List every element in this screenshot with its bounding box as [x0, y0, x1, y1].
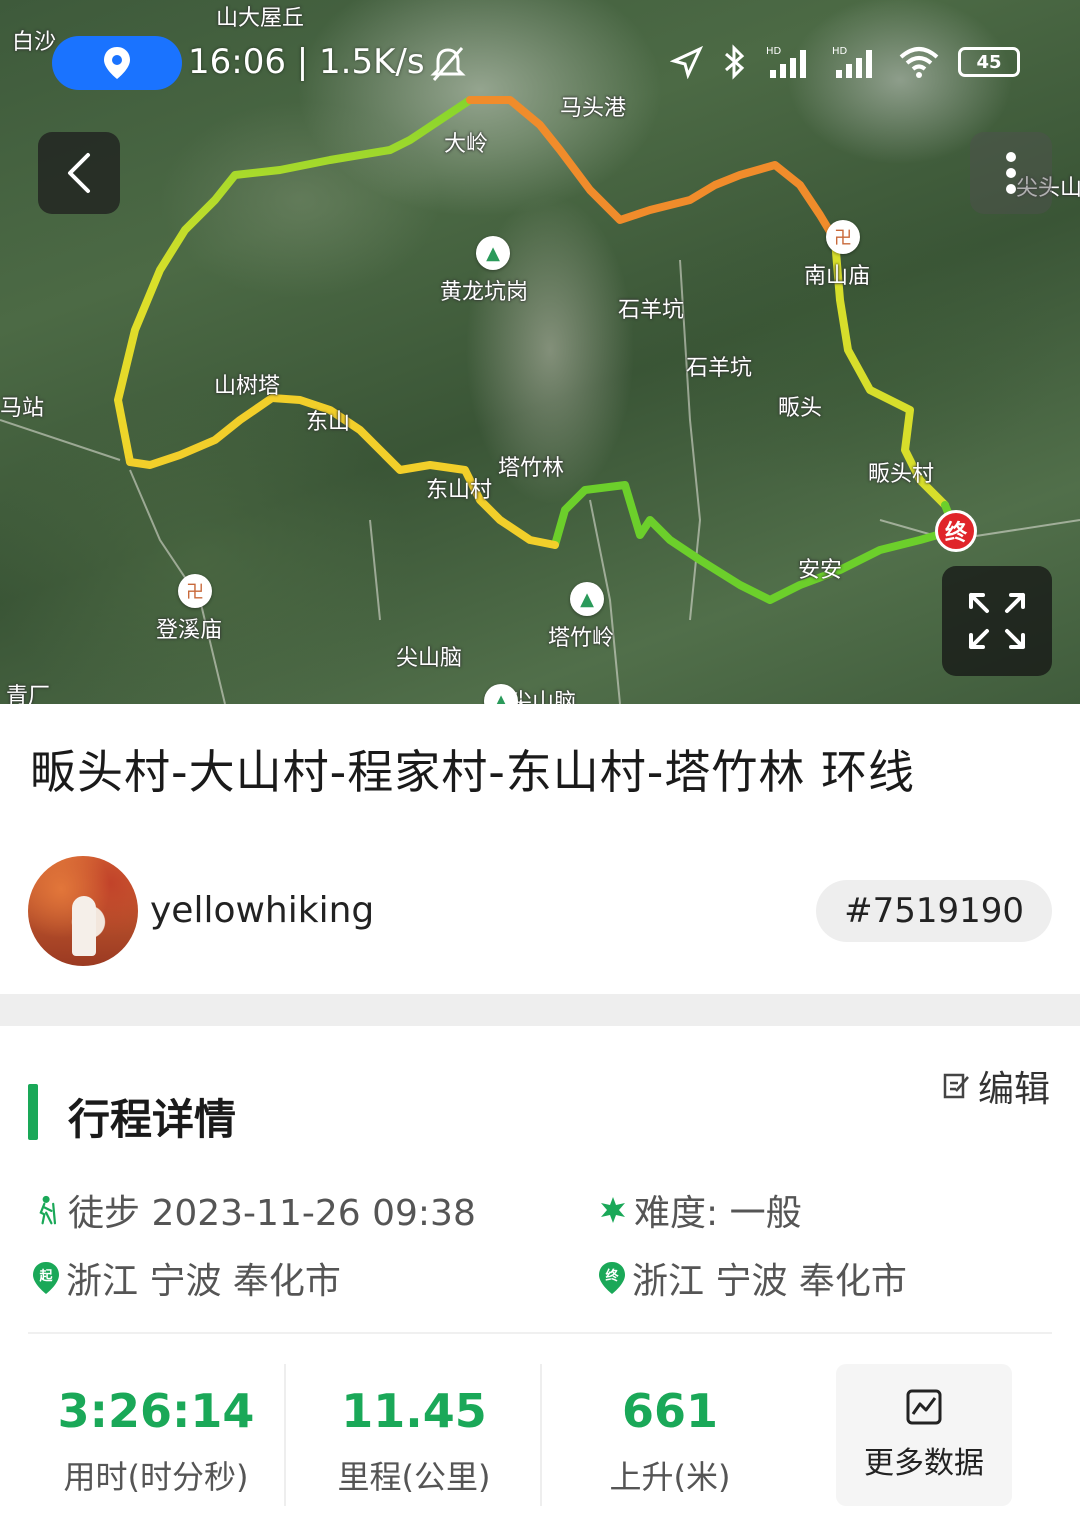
status-icons: HD HD 45 [670, 44, 1020, 80]
battery-icon: 45 [958, 47, 1020, 77]
map-label: 畈头 [778, 396, 823, 421]
route-track [0, 96, 1080, 704]
edit-label: 编辑 [977, 1069, 1050, 1110]
navigation-arrow-icon [670, 45, 704, 79]
map-label: 石羊坑 [686, 356, 753, 381]
stat-distance: 11.45 里程(公里) [286, 1364, 542, 1506]
location-pill[interactable] [52, 36, 182, 90]
map-label: 东山 [306, 410, 351, 435]
stat-value: 11.45 [341, 1384, 487, 1438]
track-id-badge: #7519190 [816, 880, 1052, 942]
map-label: 尖山脑 [510, 690, 577, 704]
difficulty-text: 难度: 一般 [634, 1193, 802, 1234]
fullscreen-button[interactable] [942, 566, 1052, 676]
stat-ascent: 661 上升(米) [542, 1364, 798, 1506]
map-label: 畈头村 [868, 462, 935, 487]
more-options-button[interactable] [970, 132, 1052, 214]
route-title: 畈头村-大山村-程家村-东山村-塔竹林 环线 [30, 745, 916, 799]
end-location-text: 浙江 宁波 奉化市 [632, 1261, 907, 1302]
section-divider [0, 994, 1080, 1026]
map-label: 山树塔 [214, 374, 281, 399]
status-bar: 16:06 | 1.5K/s HD HD 45 [0, 30, 1080, 100]
svg-text:HD: HD [832, 46, 848, 57]
map-label: 塔竹岭 [548, 626, 615, 651]
avatar[interactable] [28, 856, 138, 966]
edit-button[interactable]: 编辑 [942, 1060, 1050, 1112]
signal-hd-icon: HD [832, 46, 872, 78]
section-accent-bar [28, 1084, 38, 1140]
stat-label: 里程(公里) [337, 1458, 491, 1496]
activity-text: 徒步 2023-11-26 09:38 [68, 1193, 476, 1234]
end-location: 终 浙江 宁波 奉化市 [598, 1252, 907, 1304]
difficulty-icon [601, 1197, 625, 1223]
details-divider [28, 1332, 1052, 1334]
more-data-button[interactable]: 更多数据 [836, 1364, 1012, 1506]
map-label: 黄龙坑岗 [440, 280, 529, 305]
mountain-peak-icon[interactable]: ▲ [476, 236, 510, 270]
wifi-icon [899, 47, 939, 78]
section-title: 行程详情 [68, 1095, 237, 1144]
map-label: 东山村 [426, 478, 493, 503]
map-label: 大岭 [444, 132, 489, 157]
stat-duration: 3:26:14 用时(时分秒) [28, 1364, 284, 1506]
more-vertical-icon [1006, 152, 1016, 194]
map-label: 登溪庙 [156, 618, 223, 643]
start-pin-icon: 起 [32, 1261, 60, 1295]
end-point-marker[interactable]: 终 [935, 510, 977, 552]
difficulty-info: 难度: 一般 [598, 1184, 802, 1236]
start-location-text: 浙江 宁波 奉化市 [66, 1261, 341, 1302]
more-data-label: 更多数据 [864, 1446, 984, 1481]
start-location: 起 浙江 宁波 奉化市 [32, 1252, 341, 1304]
stat-label: 上升(米) [609, 1458, 731, 1496]
expand-icon [969, 593, 1025, 649]
stats-row: 3:26:14 用时(时分秒) 11.45 里程(公里) 661 上升(米) 更… [0, 1364, 1080, 1506]
temple-icon[interactable]: 卍 [826, 220, 860, 254]
stat-value: 661 [621, 1384, 719, 1438]
map-label: 塔竹林 [498, 456, 565, 481]
mountain-peak-icon[interactable]: ▲ [570, 582, 604, 616]
stat-value: 3:26:14 [57, 1384, 255, 1438]
map-label: 山大屋丘 [216, 6, 305, 31]
signal-hd-icon: HD [766, 46, 806, 78]
map-label: 石羊坑 [618, 298, 685, 323]
edit-icon [943, 1073, 969, 1099]
map-label: 南山庙 [804, 264, 871, 289]
stat-label: 用时(时分秒) [63, 1458, 249, 1496]
chevron-left-icon [68, 153, 90, 193]
status-time: 16:06 | 1.5K/s [188, 42, 425, 82]
map-label: 安安 [798, 558, 843, 583]
chart-icon [906, 1389, 942, 1425]
map-label: 马站 [0, 396, 45, 421]
mute-bell-icon [430, 47, 466, 81]
username[interactable]: yellowhiking [150, 890, 374, 931]
back-button[interactable] [38, 132, 120, 214]
map-label: 尖山脑 [396, 646, 463, 671]
end-pin-icon: 终 [598, 1261, 626, 1295]
map-label: 青厂 [6, 684, 51, 704]
hiking-icon [39, 1195, 57, 1225]
route-map[interactable]: 白沙 山大屋丘 大岭 马头港 黄龙坑岗 石羊坑 石羊坑 南山庙 畈头 畈头村 山… [0, 0, 1080, 704]
activity-info: 徒步 2023-11-26 09:38 [32, 1184, 476, 1236]
bluetooth-icon [725, 44, 745, 80]
temple-icon[interactable]: 卍 [178, 574, 212, 608]
user-row[interactable]: yellowhiking #7519190 [28, 856, 1052, 968]
location-icon [104, 47, 130, 79]
svg-text:HD: HD [766, 46, 782, 57]
